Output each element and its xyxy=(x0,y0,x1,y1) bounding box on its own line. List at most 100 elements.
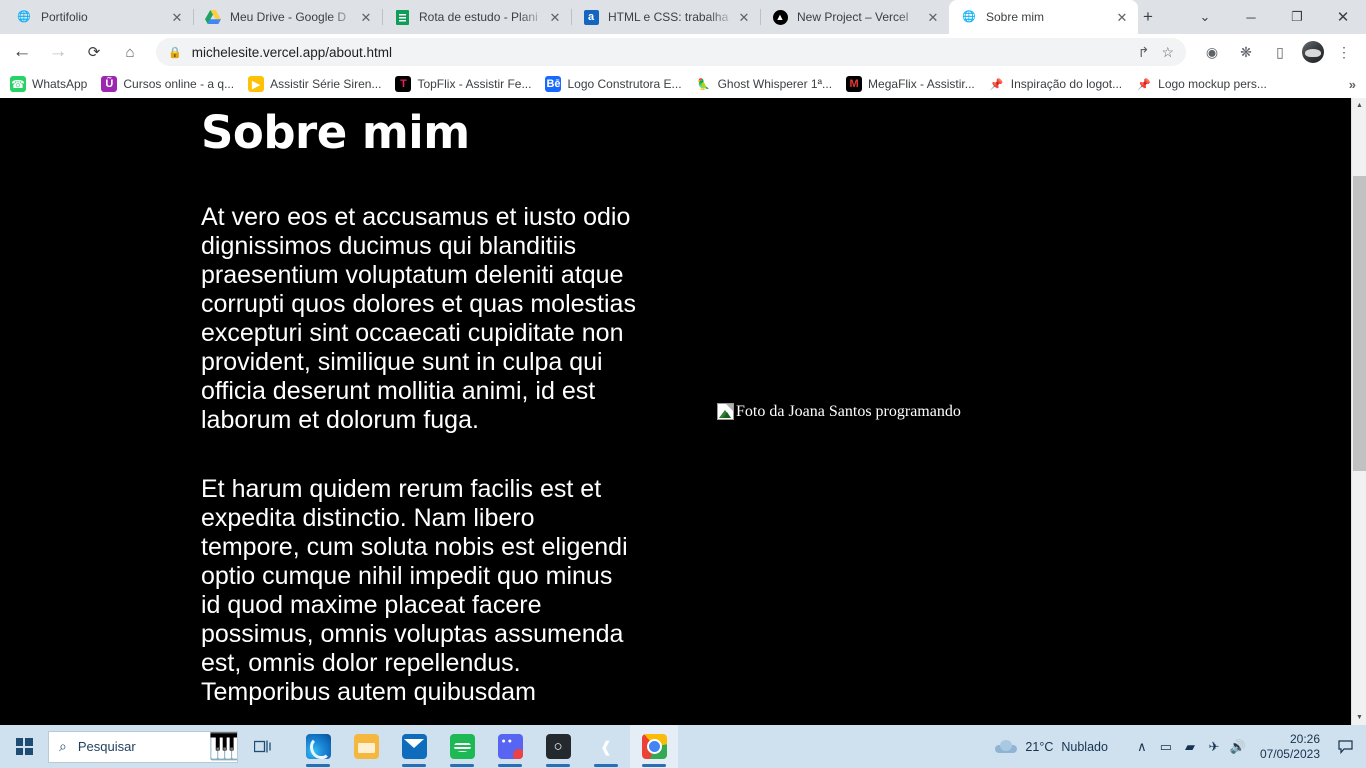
taskbar-clock[interactable]: 20:26 07/05/2023 xyxy=(1260,732,1320,762)
browser-tab-new-project-vercel[interactable]: ▲ New Project – Vercel ✕ xyxy=(760,0,949,34)
bookmark-star-icon[interactable]: ☆ xyxy=(1161,44,1174,61)
bookmark-inspiracao-do-logotipo[interactable]: 📌 Inspiração do logot... xyxy=(989,76,1122,92)
task-view-button[interactable] xyxy=(238,725,286,768)
windows-taskbar: ⌕ Pesquisar 🎹 ●● ○ ❰ 21°C Nublado ∧ ▭ ▰ … xyxy=(0,725,1366,768)
airplane-mode-icon[interactable]: ✈ xyxy=(1202,725,1226,768)
taskbar-app-vscode[interactable]: ❰ xyxy=(582,725,630,768)
tab-title: Rota de estudo - Plani xyxy=(419,10,538,24)
file-explorer-icon xyxy=(353,734,379,759)
tab-close-icon[interactable]: ✕ xyxy=(169,9,185,25)
chrome-menu-icon[interactable]: ⋮ xyxy=(1330,38,1358,66)
bookmark-megaflix[interactable]: M MegaFlix - Assistir... xyxy=(846,76,975,92)
bookmark-label: Logo mockup pers... xyxy=(1158,77,1267,91)
megaflix-icon: M xyxy=(846,76,863,92)
tab-close-icon[interactable]: ✕ xyxy=(547,9,563,25)
battery-icon[interactable]: ▰ xyxy=(1178,725,1202,768)
tab-close-icon[interactable]: ✕ xyxy=(1114,9,1130,25)
ghost-icon: 🦜 xyxy=(696,78,711,91)
running-indicator xyxy=(402,764,426,767)
scrollbar-thumb[interactable] xyxy=(1353,176,1366,471)
bookmark-label: TopFlix - Assistir Fe... xyxy=(417,77,532,91)
scrollbar-down-arrow-icon[interactable]: ▼ xyxy=(1352,710,1366,725)
google-sheets-icon xyxy=(394,9,410,25)
tray-chevron-icon[interactable]: ∧ xyxy=(1130,725,1154,768)
page-scrollbar[interactable]: ▲ ▼ xyxy=(1351,98,1366,725)
profile-avatar[interactable] xyxy=(1302,41,1324,63)
tab-title: HTML e CSS: trabalha xyxy=(608,10,729,24)
weather-widget[interactable]: 21°C Nublado xyxy=(995,739,1108,754)
scrollbar-up-arrow-icon[interactable]: ▲ xyxy=(1352,98,1366,113)
start-button[interactable] xyxy=(0,725,48,768)
browser-tab-meu-drive[interactable]: Meu Drive - Google D ✕ xyxy=(193,0,383,34)
cloud-icon xyxy=(995,739,1018,754)
page-viewport: Sobre mim At vero eos et accusamus et iu… xyxy=(0,98,1366,725)
system-tray: 21°C Nublado ∧ ▭ ▰ ✈ 🔊 20:26 07/05/2023 xyxy=(995,725,1366,768)
taskbar-app-chrome[interactable] xyxy=(630,725,678,768)
whatsapp-icon: ☎ xyxy=(10,76,26,92)
address-bar[interactable]: 🔒 michelesite.vercel.app/about.html ↱ ☆ xyxy=(156,38,1186,66)
tab-search-icon[interactable]: ⌄ xyxy=(1182,0,1228,34)
running-indicator xyxy=(594,764,618,767)
globe-icon: 🌐 xyxy=(17,10,31,23)
pinterest-icon: 📌 xyxy=(989,78,1004,91)
taskbar-search-box[interactable]: ⌕ Pesquisar 🎹 xyxy=(48,730,238,763)
side-panel-icon[interactable]: ▯ xyxy=(1266,38,1294,66)
broken-image-placeholder: Foto da Joana Santos programando xyxy=(717,403,961,421)
bookmark-logo-mockup[interactable]: 📌 Logo mockup pers... xyxy=(1136,76,1267,92)
close-window-button[interactable]: ✕ xyxy=(1320,0,1366,34)
forward-button[interactable]: → xyxy=(44,38,72,66)
tab-strip: 🌐 Portifolio ✕ Meu Drive - Google D ✕ Ro… xyxy=(0,0,1366,34)
taskbar-app-edge[interactable] xyxy=(294,725,342,768)
taskbar-app-list: ○ ❰ xyxy=(294,725,678,768)
back-button[interactable]: ← xyxy=(8,38,36,66)
about-text-column: Sobre mim At vero eos et accusamus et iu… xyxy=(201,98,641,725)
taskbar-app-github[interactable]: ○ xyxy=(534,725,582,768)
volume-icon[interactable]: 🔊 xyxy=(1226,725,1250,768)
taskbar-app-mail[interactable] xyxy=(390,725,438,768)
tab-close-icon[interactable]: ✕ xyxy=(358,9,374,25)
bookmark-topflix[interactable]: T TopFlix - Assistir Fe... xyxy=(395,76,531,92)
bookmark-whatsapp[interactable]: ☎ WhatsApp xyxy=(10,76,87,92)
google-drive-icon xyxy=(205,9,221,25)
taskbar-app-file-explorer[interactable] xyxy=(342,725,390,768)
maximize-button[interactable]: ❐ xyxy=(1274,0,1320,34)
extensions-icon[interactable]: ❋ xyxy=(1232,38,1260,66)
reload-button[interactable]: ⟳ xyxy=(80,38,108,66)
camera-icon[interactable]: ▭ xyxy=(1154,725,1178,768)
image-alt-text: Foto da Joana Santos programando xyxy=(736,402,961,420)
browser-tab-rota-de-estudo[interactable]: Rota de estudo - Plani ✕ xyxy=(382,0,572,34)
bookmark-cursos-online[interactable]: Ũ Cursos online - a q... xyxy=(101,76,234,92)
browser-tab-html-e-css[interactable]: a HTML e CSS: trabalha ✕ xyxy=(571,0,761,34)
home-button[interactable]: ⌂ xyxy=(116,38,144,66)
notification-center-icon[interactable] xyxy=(1330,725,1360,768)
pinterest-icon: 📌 xyxy=(1137,78,1151,91)
minimize-button[interactable]: ─ xyxy=(1228,0,1274,34)
chrome-icon xyxy=(641,734,667,759)
address-bar-url: michelesite.vercel.app/about.html xyxy=(191,44,393,60)
running-indicator xyxy=(498,764,522,767)
bookmarks-bar: ☎ WhatsApp Ũ Cursos online - a q... ▶ As… xyxy=(0,70,1366,98)
weather-condition: Nublado xyxy=(1061,739,1108,754)
about-paragraph-1: At vero eos et accusamus et iusto odio d… xyxy=(201,203,636,434)
browser-tab-sobre-mim[interactable]: 🌐 Sobre mim ✕ xyxy=(949,0,1138,34)
bookmark-assistir-serie-siren[interactable]: ▶ Assistir Série Siren... xyxy=(248,76,381,92)
about-image-column: Foto da Joana Santos programando xyxy=(641,98,1351,725)
bookmark-label: Cursos online - a q... xyxy=(123,77,235,91)
taskbar-app-discord[interactable] xyxy=(486,725,534,768)
running-indicator xyxy=(642,764,666,767)
tab-close-icon[interactable]: ✕ xyxy=(925,9,941,25)
bookmark-ghost-whisperer[interactable]: 🦜 Ghost Whisperer 1ª... xyxy=(696,76,832,92)
github-icon: ○ xyxy=(545,734,571,759)
tab-close-icon[interactable]: ✕ xyxy=(736,9,752,25)
taskbar-app-spotify[interactable] xyxy=(438,725,486,768)
new-tab-button[interactable]: + xyxy=(1142,3,1154,31)
google-lens-icon[interactable]: ◉ xyxy=(1198,38,1226,66)
share-icon[interactable]: ↱ xyxy=(1138,44,1150,61)
running-indicator xyxy=(450,764,474,767)
bookmark-logo-construtora[interactable]: Bē Logo Construtora E... xyxy=(545,76,682,92)
browser-tab-portifolio[interactable]: 🌐 Portifolio ✕ xyxy=(4,0,194,34)
bookmarks-overflow-icon[interactable]: » xyxy=(1349,77,1356,92)
lock-icon: 🔒 xyxy=(168,46,182,59)
vscode-icon: ❰ xyxy=(599,738,613,756)
tab-title: Meu Drive - Google D xyxy=(230,10,347,24)
